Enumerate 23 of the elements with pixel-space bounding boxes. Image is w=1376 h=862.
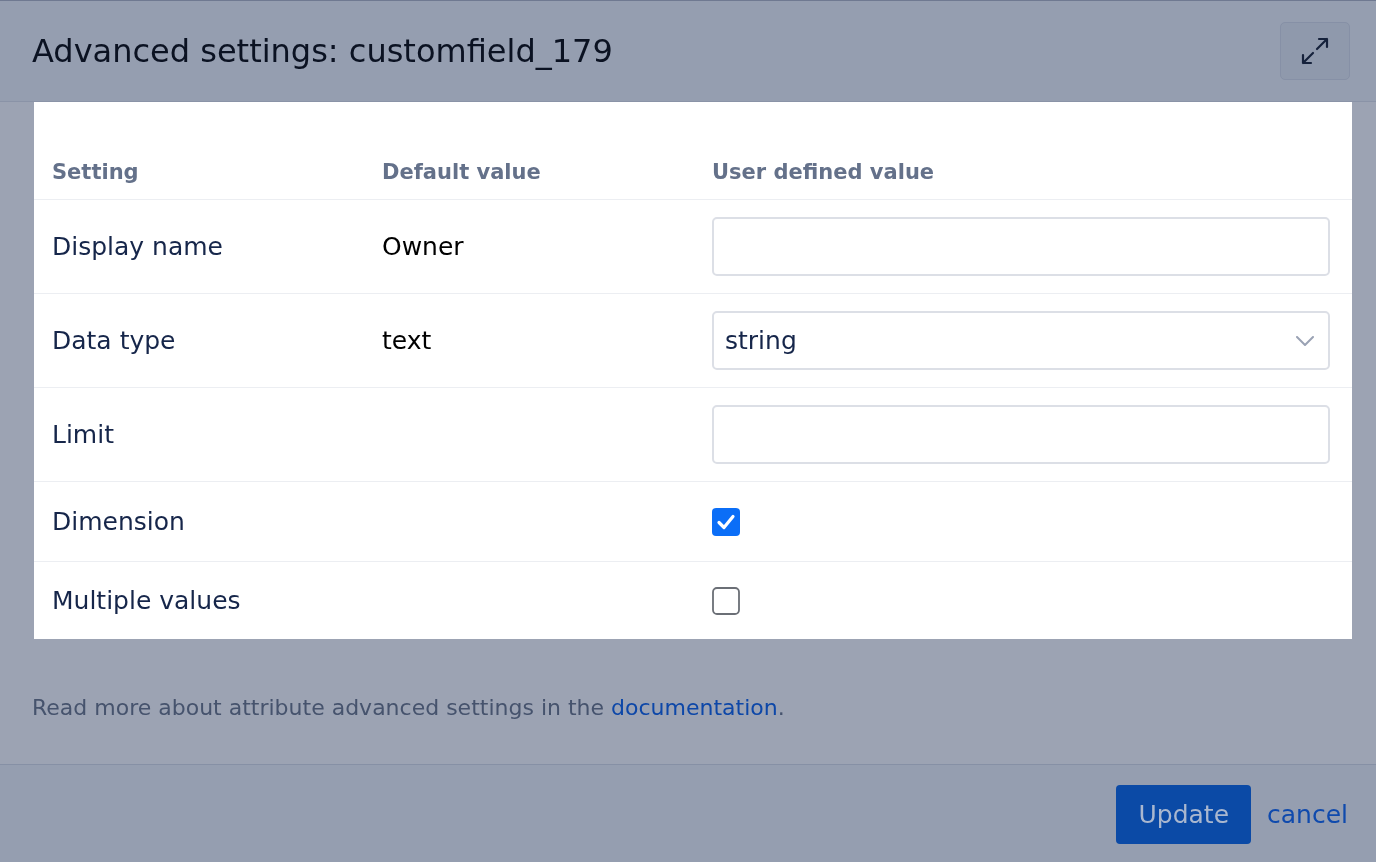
setting-name: Dimension [52, 505, 185, 538]
default-value: text [382, 324, 432, 357]
column-header: Default value [382, 159, 541, 186]
setting-name: Display name [52, 230, 223, 263]
expand-icon [1301, 37, 1329, 65]
cancel-link[interactable]: cancel [1267, 798, 1348, 831]
update-button[interactable]: Update [1116, 785, 1251, 844]
documentation-link[interactable]: documentation [611, 695, 778, 720]
column-header: User defined value [712, 159, 935, 186]
setting-name: Data type [52, 324, 176, 357]
expand-button[interactable] [1280, 22, 1350, 80]
text-input-field[interactable] [712, 217, 1330, 276]
text-input-field[interactable] [712, 405, 1330, 464]
dialog-title: Advanced settings: customfield_179 [32, 31, 613, 71]
default-value: Owner [382, 230, 464, 263]
column-header: Setting [52, 159, 139, 186]
checkbox[interactable] [712, 586, 740, 615]
documentation-note: Read more about attribute advanced settings in the documentation. [32, 694, 785, 722]
chevron-down-icon [1296, 335, 1314, 346]
setting-name: Multiple values [52, 584, 241, 617]
checkbox[interactable] [712, 507, 740, 536]
select-field[interactable]: string [712, 311, 1330, 370]
setting-name: Limit [52, 418, 114, 451]
